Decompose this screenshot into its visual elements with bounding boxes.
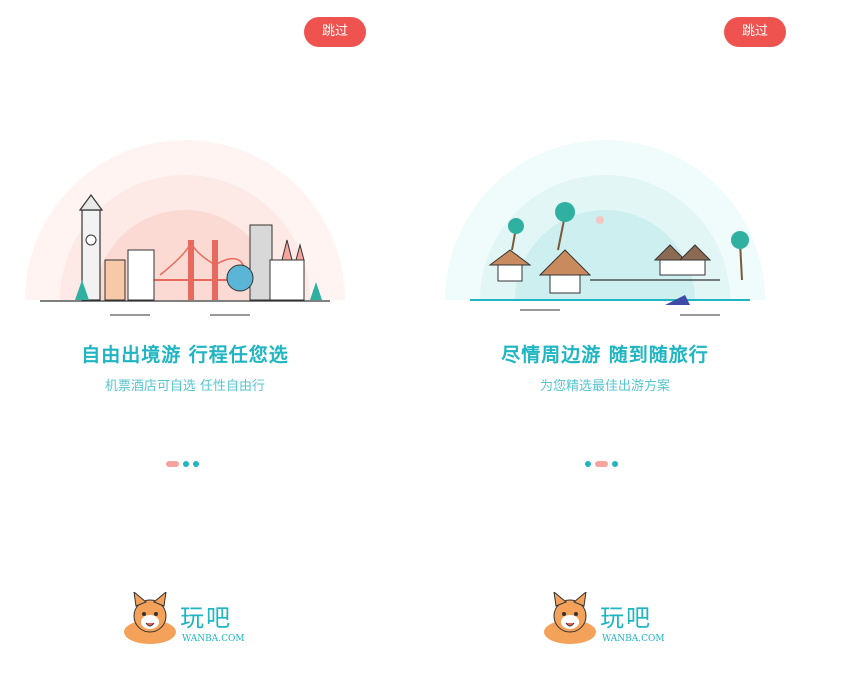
- logo-name: 玩吧: [180, 604, 232, 632]
- brand-logo: 玩吧 WANBA.COM: [120, 592, 260, 652]
- skip-button[interactable]: 跳过: [304, 17, 366, 47]
- subline: 机票酒店可自选 任性自由行: [104, 379, 266, 394]
- city-travel-illustration: [20, 140, 350, 330]
- page-indicator: [585, 461, 619, 467]
- logo-subtitle: WANBA.COM: [602, 634, 665, 644]
- skip-button[interactable]: 跳过: [724, 17, 786, 47]
- brand-logo: 玩吧 WANBA.COM: [540, 592, 680, 652]
- corgi-mascot-icon: [124, 592, 176, 644]
- page-dot: [585, 461, 591, 467]
- logo-name: 玩吧: [600, 604, 652, 632]
- page-dot: [612, 461, 618, 467]
- page-dot: [183, 461, 189, 467]
- corgi-mascot-icon: [544, 592, 596, 644]
- logo-subtitle: WANBA.COM: [182, 634, 245, 644]
- island-travel-illustration: [440, 140, 770, 330]
- page-indicator: [166, 461, 200, 467]
- page-dot-active: [595, 461, 608, 467]
- onboarding-page-2: 跳过 尽情周边游 随到随旅行 为您精选最佳出游方案 玩吧 WANBA.COM: [420, 0, 840, 676]
- subline: 为您精选最佳出游方案: [539, 379, 670, 394]
- headline: 尽情周边游 随到随旅行: [501, 344, 709, 366]
- onboarding-page-1: 跳过 自由出境游 行程任您选 机票酒店可自选 任性自由行 玩吧 WANBA.CO…: [0, 0, 420, 676]
- headline: 自由出境游 行程任您选: [81, 344, 289, 366]
- page-dot: [193, 461, 199, 467]
- page-dot-active: [166, 461, 179, 467]
